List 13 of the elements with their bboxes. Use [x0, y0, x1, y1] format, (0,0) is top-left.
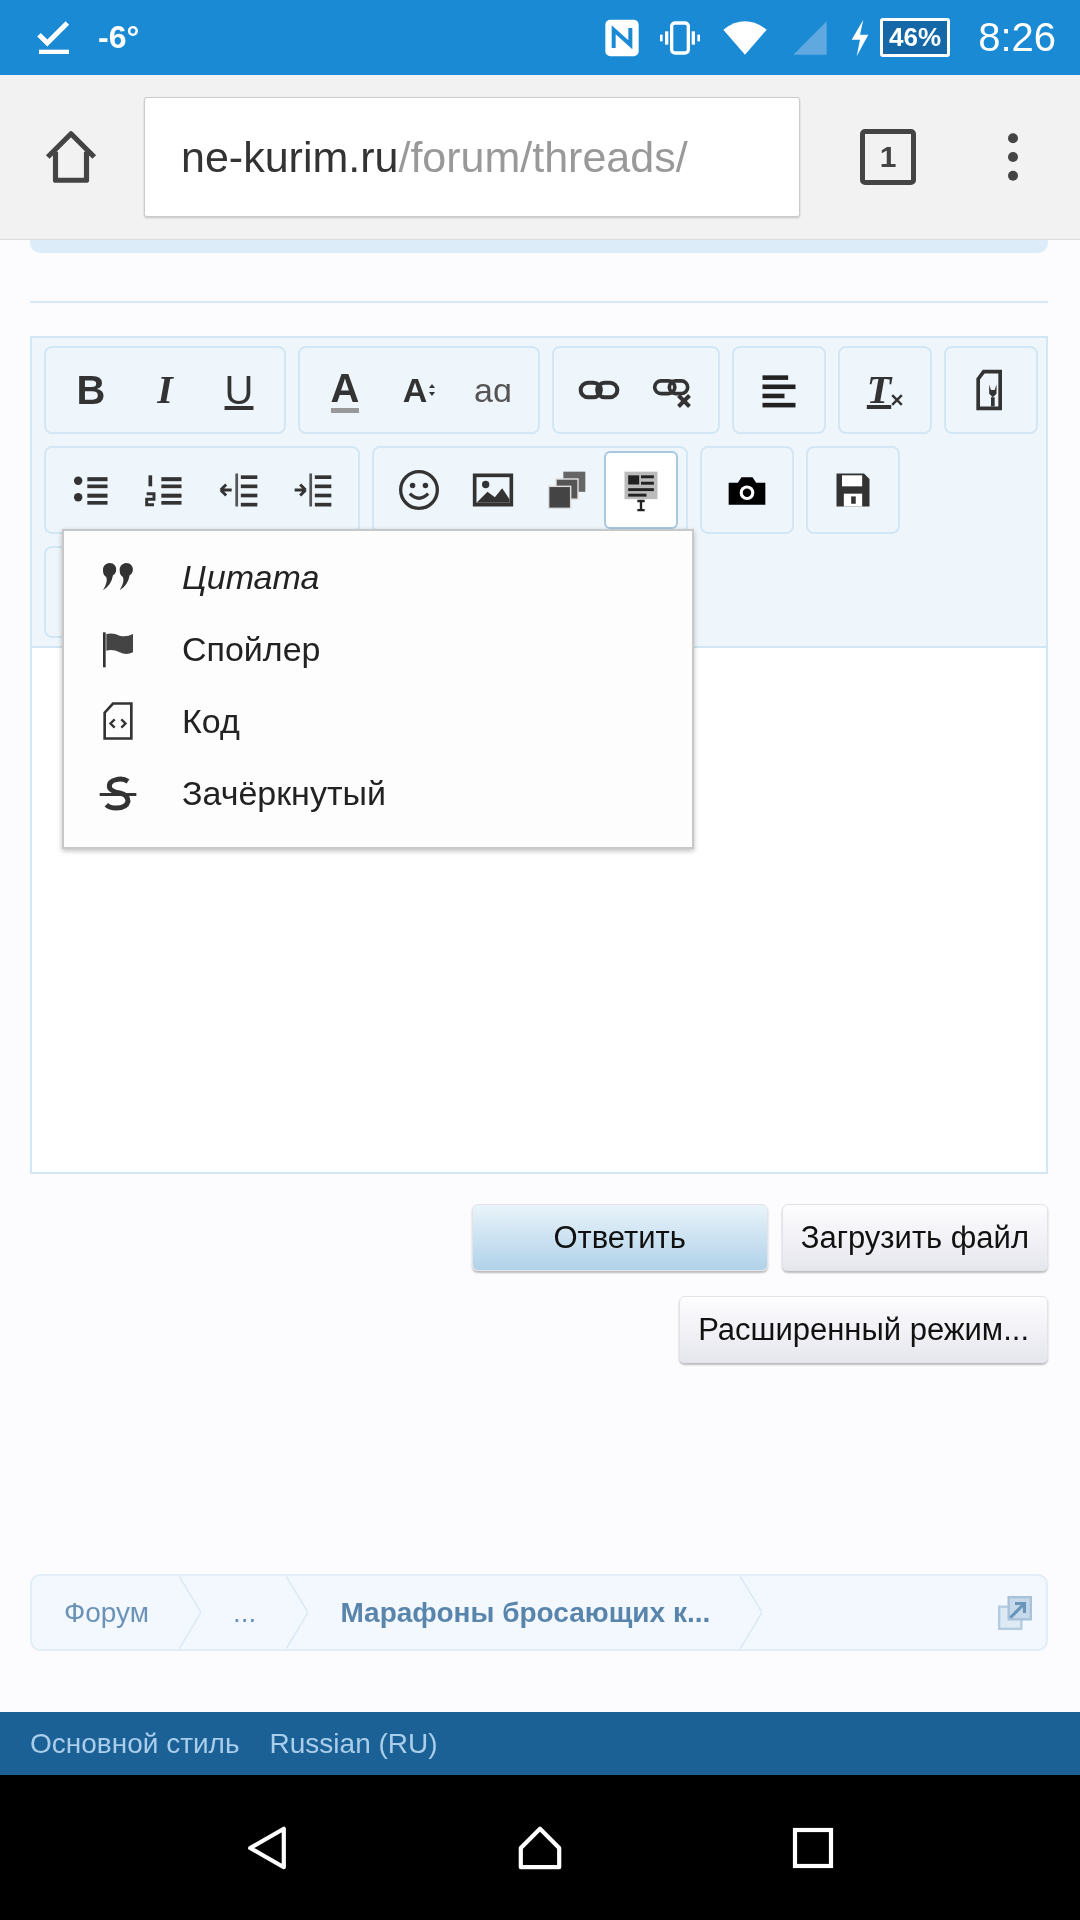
temperature: -6°	[98, 19, 140, 56]
menu-item-label: Цитата	[182, 557, 320, 597]
bold-icon: B	[76, 370, 106, 410]
clear-format-icon: T	[866, 370, 892, 410]
menu-item-label: Спойлер	[182, 629, 321, 669]
menu-item-label: Код	[182, 701, 240, 741]
font-size-icon: A	[402, 373, 428, 407]
underline-icon: U	[224, 370, 254, 410]
font-family-icon: aɑ	[474, 373, 512, 407]
battery-indicator: 46%	[880, 18, 951, 57]
clock: 8:26	[978, 15, 1056, 60]
menu-item-label: Зачёркнутый	[182, 773, 386, 813]
italic-icon: I	[157, 370, 173, 410]
